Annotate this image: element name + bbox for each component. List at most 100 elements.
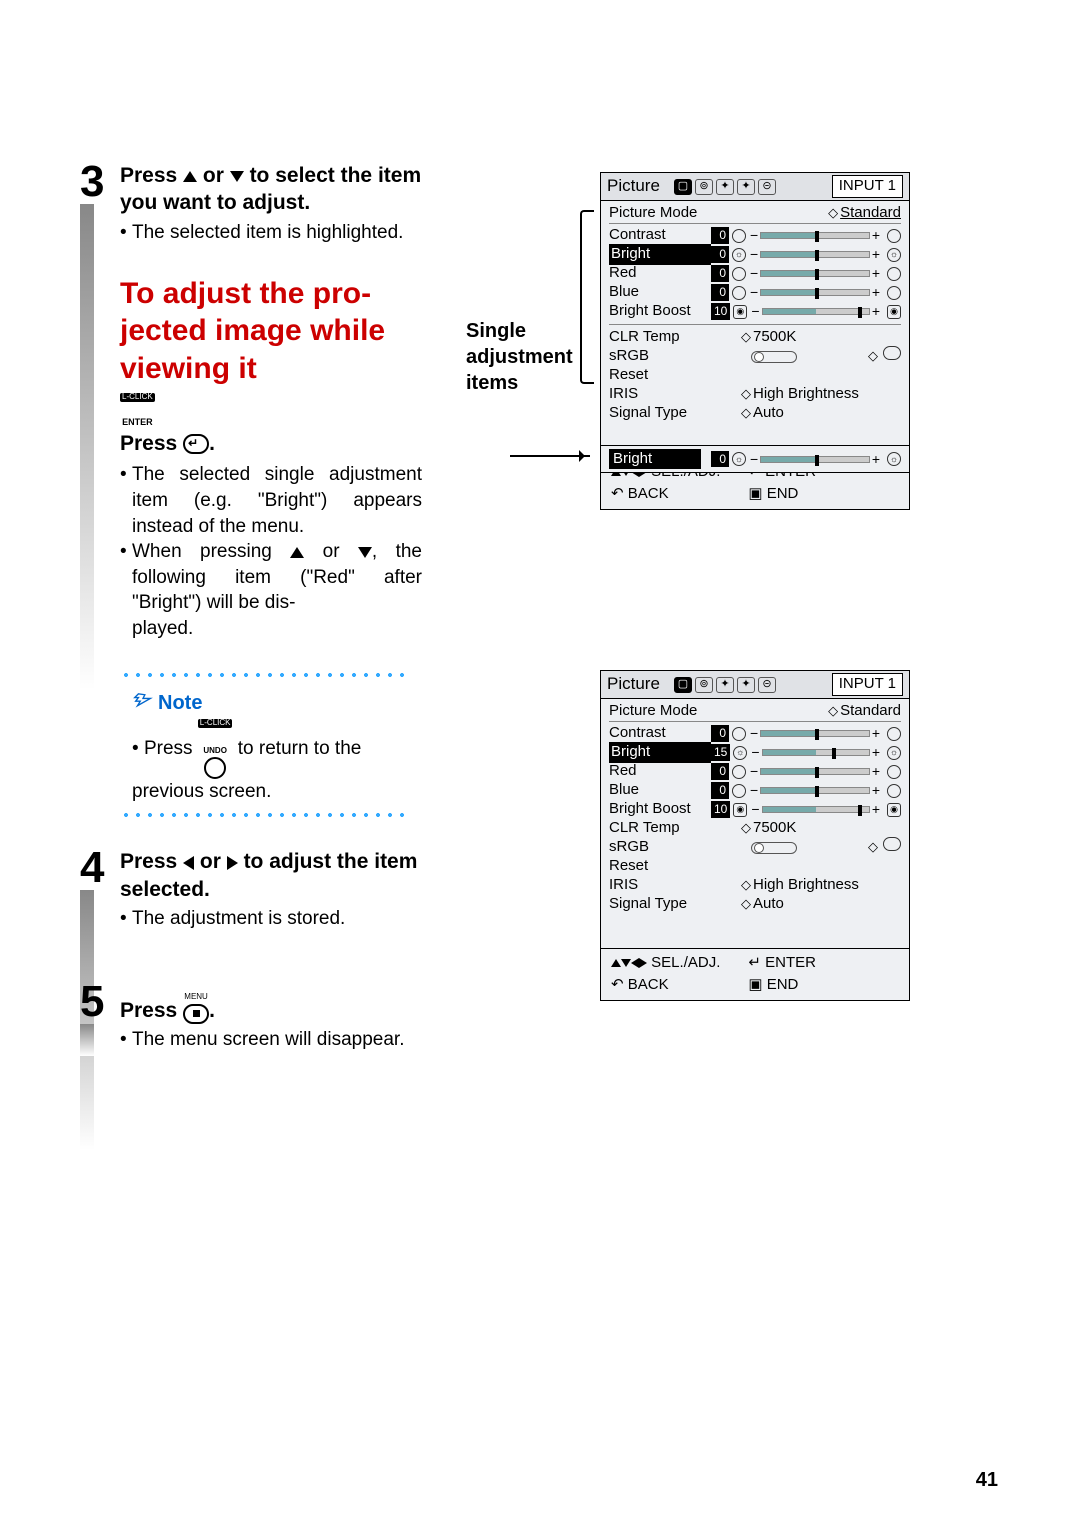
picture-tab-icon: ▢ [674,179,692,195]
boost-icon: ◉ [733,803,747,817]
input-badge: INPUT 1 [832,673,903,695]
gradient-bar [80,204,94,690]
press-enter-line: Press . [120,430,422,458]
enter-label: ENTER [120,418,155,427]
osd-row-clr-temp: CLR Temp ◇7500K [609,328,901,347]
red-heading: To adjust the pro- jected image while vi… [120,275,422,387]
up-triangle-icon [290,547,304,558]
single-adjustment-label: Single adjustment items [466,318,573,396]
osd-tab-icons: ▢ ⊚ ✦ ✦ ⊝ [674,179,776,195]
enter-button-icon [183,434,209,454]
left-triangle-icon [183,856,194,870]
red-icon [887,765,901,779]
red-icon [887,267,901,281]
left-column: 3 Press or to select the item you want t… [82,162,422,1053]
tab-icon: ⊚ [695,677,713,693]
osd-row-red: Red 0 −+ [609,762,901,781]
osd-row-reset: Reset [609,366,901,385]
slider: −+ [751,805,880,815]
divider [609,324,901,325]
note-border-top [120,672,410,678]
osd-row-signal-type: Signal Type ◇Auto [609,404,901,423]
osd-title: Picture [607,175,660,198]
bright-icon: ☼ [887,452,901,466]
step-4: 4 Press or to adjust the item selected. … [82,848,422,931]
osd-row-signal-type: Signal Type ◇Auto [609,895,901,914]
osd-body: Picture Mode ◇Standard Contrast 0 −+ Bri… [601,201,909,457]
osd-row-srgb: sRGB ◇ [609,347,901,366]
osd-header: Picture ▢ ⊚ ✦ ✦ ⊝ INPUT 1 [601,173,909,201]
blue-icon [887,784,901,798]
tab-icon: ⊚ [695,179,713,195]
text: Press [120,999,183,1022]
text: The menu screen will disappear. [132,1027,422,1053]
slider: −+ [750,231,880,241]
text: The selected item is highlighted. [132,220,422,246]
osd-row-bright-highlighted: Bright 15☼ −+☼ [609,743,901,762]
osd-row-iris: IRIS ◇High Brightness [609,385,901,404]
osd-row-iris: IRIS ◇High Brightness [609,876,901,895]
osd-menu-2: Picture ▢ ⊚ ✦ ✦ ⊝ INPUT 1 Picture Mode ◇… [600,670,910,1001]
toggle-end-icon [883,837,901,851]
note-border-bottom [120,812,410,818]
arrow-icon [510,455,590,457]
osd-header: Picture ▢ ⊚ ✦ ✦ ⊝ INPUT 1 [601,671,909,699]
note-header: Note [132,690,398,717]
step-5-body: •The menu screen will disappear. [120,1027,422,1053]
tab-icon: ✦ [737,179,755,195]
osd-row-reset: Reset [609,857,901,876]
text: The selected single adjustment item (e.g… [132,462,422,539]
tab-icon: ✦ [716,677,734,693]
osd-row-blue: Blue 0 −+ [609,283,901,302]
slider: −+ [750,454,880,464]
picture-tab-icon: ▢ [674,677,692,693]
slider: −+ [750,786,880,796]
page-number: 41 [976,1467,998,1494]
osd-row-picture-mode: Picture Mode ◇Standard [609,703,901,722]
text: Press [120,432,183,455]
osd-row-clr-temp: CLR Temp ◇7500K [609,819,901,838]
srgb-toggle-icon [751,842,797,854]
bright-icon: ☼ [732,248,746,262]
blue-icon [732,286,746,300]
menu-button-icon [183,1004,209,1024]
menu-button-block: MENU [183,982,209,1024]
enter-button-label-block: L-CLICK ENTER [120,393,155,428]
osd-title: Picture [607,673,660,696]
slider: −+ [751,748,880,758]
note-label: Note [158,690,202,717]
slider: −+ [750,729,880,739]
osd-row-blue: Blue 0 −+ [609,781,901,800]
bar-label: Bright [609,449,701,469]
contrast-icon [732,727,746,741]
input-badge: INPUT 1 [832,175,903,197]
bright-icon: ☼ [733,746,747,760]
slider: −+ [750,767,880,777]
slider: −+ [750,288,880,298]
right-icon [639,958,647,968]
contrast-icon [732,229,746,243]
hand-icon [132,692,154,714]
text: Press [120,850,183,873]
down-icon [621,959,631,967]
up-triangle-icon [183,171,197,182]
gradient-bar [80,1024,94,1056]
step-3-sub-body: •The selected single adjustment item (e.… [120,462,422,641]
step-3: 3 Press or to select the item you want t… [82,162,422,818]
step-4-title: Press or to adjust the item selected. [120,848,422,903]
contrast-icon [887,229,901,243]
text: The adjustment is stored. [132,906,422,932]
osd-row-bright-boost: Bright Boost 10◉ −+◉ [609,800,901,819]
red-icon [732,267,746,281]
slider: −+ [750,269,880,279]
right-triangle-icon [227,856,238,870]
slider: −+ [750,250,880,260]
step-4-body: •The adjustment is stored. [120,906,422,932]
osd-row-srgb: sRGB ◇ [609,838,901,857]
step-number: 3 [80,152,104,211]
text: Press [144,738,198,759]
osd-body: Picture Mode ◇Standard Contrast 0 −+ Bri… [601,699,909,948]
blue-icon [732,784,746,798]
osd-footer: SEL./ADJ. ↶ BACK ↵ ENTER ▣ END [601,948,909,1000]
tab-icon: ⊝ [758,677,776,693]
